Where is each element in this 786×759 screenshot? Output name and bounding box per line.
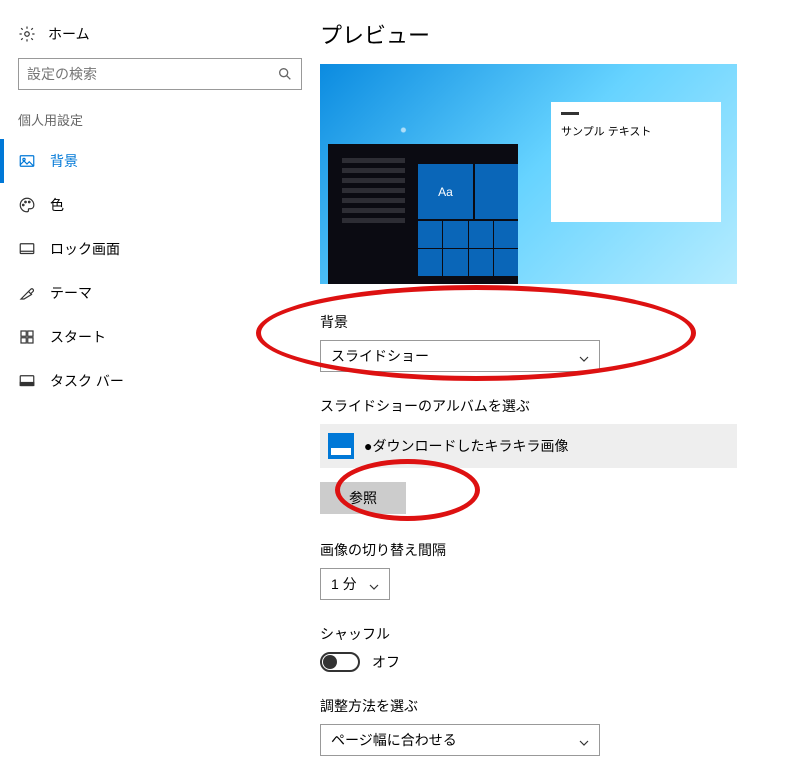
background-label: 背景	[320, 312, 756, 332]
interval-label: 画像の切り替え間隔	[320, 540, 756, 560]
preview-thumbnail: Aa サンプル テキスト	[320, 64, 737, 284]
sidebar-item-label: テーマ	[50, 283, 92, 303]
chevron-down-icon	[579, 351, 589, 361]
sidebar-item-taskbar[interactable]: タスク バー	[0, 359, 320, 403]
shuffle-toggle[interactable]	[320, 652, 360, 672]
interval-select[interactable]: 1 分	[320, 568, 390, 600]
preview-heading: プレビュー	[320, 18, 756, 50]
shuffle-label: シャッフル	[320, 624, 756, 644]
album-row[interactable]: ●ダウンロードしたキラキラ画像	[320, 424, 737, 468]
search-icon	[277, 66, 293, 82]
sidebar-item-label: ロック画面	[50, 239, 120, 259]
preview-window-text: サンプル テキスト	[561, 126, 651, 138]
sidebar-item-label: 色	[50, 195, 64, 215]
background-select[interactable]: スライドショー	[320, 340, 600, 372]
gear-icon	[18, 25, 36, 43]
palette-icon	[18, 196, 36, 214]
folder-icon	[328, 433, 354, 459]
sidebar-item-themes[interactable]: テーマ	[0, 271, 320, 315]
interval-value: 1 分	[331, 574, 357, 594]
section-label: 個人用設定	[0, 110, 320, 139]
sidebar-item-lockscreen[interactable]: ロック画面	[0, 227, 320, 271]
preview-tile-aa: Aa	[418, 164, 473, 219]
sidebar-item-label: タスク バー	[50, 371, 124, 391]
fit-select[interactable]: ページ幅に合わせる	[320, 724, 600, 756]
browse-button[interactable]: 参照	[320, 482, 406, 514]
fit-value: ページ幅に合わせる	[331, 730, 457, 750]
sidebar-item-background[interactable]: 背景	[0, 139, 320, 183]
search-input[interactable]	[18, 58, 302, 90]
image-icon	[18, 152, 36, 170]
theme-icon	[18, 284, 36, 302]
chevron-down-icon	[369, 579, 379, 589]
sidebar-item-start[interactable]: スタート	[0, 315, 320, 359]
sidebar-item-label: スタート	[50, 327, 106, 347]
album-name: ●ダウンロードしたキラキラ画像	[364, 436, 568, 456]
preview-sample-window: サンプル テキスト	[551, 102, 721, 222]
album-label: スライドショーのアルバムを選ぶ	[320, 396, 756, 416]
search-field[interactable]	[27, 66, 277, 82]
chevron-down-icon	[579, 735, 589, 745]
background-value: スライドショー	[331, 346, 429, 366]
lockscreen-icon	[18, 240, 36, 258]
sidebar-item-label: 背景	[50, 151, 78, 171]
taskbar-icon	[18, 372, 36, 390]
start-icon	[18, 328, 36, 346]
shuffle-state: オフ	[372, 652, 400, 672]
sidebar-item-colors[interactable]: 色	[0, 183, 320, 227]
fit-label: 調整方法を選ぶ	[320, 696, 756, 716]
home-label: ホーム	[48, 24, 90, 44]
home-link[interactable]: ホーム	[0, 18, 320, 58]
